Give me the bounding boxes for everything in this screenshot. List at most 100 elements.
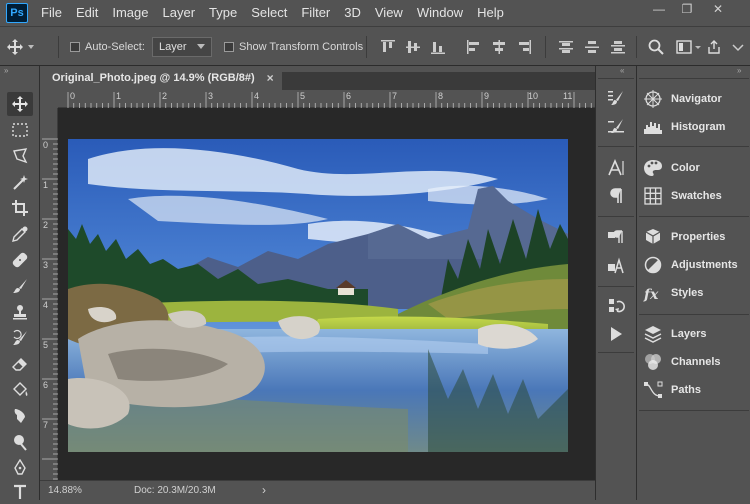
menu-window[interactable]: Window (410, 0, 470, 26)
svg-text:fx: fx (643, 287, 659, 303)
bandage-icon (12, 252, 28, 268)
menu-help[interactable]: Help (470, 0, 511, 26)
panel-tab-styles[interactable]: fx Styles (643, 280, 703, 306)
collapse-dock-icon[interactable]: « (620, 66, 624, 75)
brush-tool[interactable] (7, 274, 33, 298)
align-horizontal-center-icon[interactable] (491, 39, 507, 55)
menu-view[interactable]: View (368, 0, 410, 26)
ruler-label: 1 (116, 91, 122, 101)
menu-layer[interactable]: Layer (156, 0, 203, 26)
auto-select-value: Layer (159, 41, 187, 53)
eraser-tool[interactable] (7, 352, 33, 376)
ruler-origin[interactable] (40, 90, 58, 108)
pen-icon (14, 459, 26, 475)
panel-label: Paths (671, 384, 701, 396)
eraser-icon (12, 358, 27, 371)
healing-brush-tool[interactable] (7, 248, 33, 272)
actions-play-icon[interactable] (604, 322, 628, 346)
panel-label: Adjustments (671, 259, 738, 271)
share-icon[interactable] (706, 39, 722, 55)
paint-bucket-tool[interactable] (7, 378, 33, 402)
move-tool[interactable] (7, 92, 33, 116)
close-window-button[interactable]: ✕ (703, 0, 733, 18)
menu-image[interactable]: Image (105, 0, 155, 26)
expand-dock-icon[interactable]: » (737, 66, 741, 75)
menu-select[interactable]: Select (244, 0, 294, 26)
smudge-tool[interactable] (7, 404, 33, 428)
stamp-icon (13, 305, 27, 320)
menu-edit[interactable]: Edit (69, 0, 105, 26)
history-icon[interactable] (604, 294, 628, 318)
vertical-ruler[interactable]: 0 1 2 3 4 5 6 7 (40, 108, 58, 480)
character-icon[interactable] (604, 156, 628, 180)
panel-tab-navigator[interactable]: Navigator (643, 86, 722, 112)
auto-select-dropdown[interactable]: Layer (152, 37, 212, 57)
align-right-icon[interactable] (516, 39, 532, 55)
chevron-down-icon[interactable] (730, 39, 746, 55)
panel-label: Color (671, 162, 700, 174)
tool-preset-picker[interactable] (6, 27, 36, 67)
panel-tab-layers[interactable]: Layers (643, 321, 706, 347)
menu-file[interactable]: File (34, 0, 69, 26)
lasso-tool[interactable] (7, 144, 33, 168)
paragraph-icon[interactable] (604, 184, 628, 208)
ruler-label: 2 (162, 91, 168, 101)
panel-label: Channels (671, 356, 721, 368)
marquee-tool[interactable] (7, 118, 33, 142)
menu-filter[interactable]: Filter (294, 0, 337, 26)
align-top-icon[interactable] (380, 39, 396, 55)
ruler-label: 0 (70, 91, 76, 101)
landscape-photo (68, 139, 568, 452)
zoom-level[interactable]: 14.88% (48, 485, 82, 496)
align-bottom-icon[interactable] (430, 39, 446, 55)
type-tool[interactable] (7, 480, 33, 504)
panel-tab-color[interactable]: Color (643, 155, 700, 181)
brush-settings-icon[interactable] (604, 86, 628, 110)
align-vertical-center-icon[interactable] (405, 39, 421, 55)
close-tab-button[interactable]: × (267, 71, 274, 85)
ruler-label: 2 (43, 220, 49, 230)
panel-collapse-icon[interactable]: » (4, 66, 34, 76)
restore-button[interactable]: ❐ (672, 0, 702, 18)
menu-3d[interactable]: 3D (337, 0, 368, 26)
show-transform-checkbox[interactable]: Show Transform Controls (224, 27, 363, 67)
clone-stamp-tool[interactable] (7, 300, 33, 324)
crop-tool[interactable] (7, 196, 33, 220)
separator (58, 36, 59, 58)
pen-tool[interactable] (7, 456, 33, 480)
panel-tab-swatches[interactable]: Swatches (643, 183, 722, 209)
paragraph-styles-icon[interactable] (604, 226, 628, 250)
character-styles-icon[interactable] (604, 254, 628, 278)
status-menu-arrow[interactable]: › (262, 483, 266, 497)
magic-wand-tool[interactable] (7, 170, 33, 194)
properties-icon (645, 229, 661, 244)
panel-tab-histogram[interactable]: Histogram (643, 114, 725, 140)
document-tab[interactable]: Original_Photo.jpeg @ 14.9% (RGB/8#) × (40, 66, 282, 90)
auto-select-checkbox[interactable]: Auto-Select: (70, 27, 145, 67)
menu-type[interactable]: Type (202, 0, 244, 26)
horizontal-ruler[interactable]: 0 1 2 3 4 5 6 7 8 9 10 11 (58, 90, 595, 108)
checkbox-box[interactable] (70, 42, 80, 52)
search-icon[interactable] (648, 39, 664, 55)
chevron-down-icon (196, 44, 205, 49)
ruler-label: 1 (43, 180, 49, 190)
distribute-top-icon[interactable] (558, 39, 574, 55)
document-tab-bar: Original_Photo.jpeg @ 14.9% (RGB/8#) × (40, 66, 595, 90)
minimize-button[interactable]: — (644, 0, 674, 18)
panel-label: Histogram (671, 121, 726, 133)
dodge-tool[interactable] (7, 430, 33, 454)
workspace-switcher-icon[interactable] (676, 39, 702, 55)
canvas-image[interactable] (68, 139, 568, 452)
panel-tab-paths[interactable]: Paths (643, 377, 701, 403)
distribute-bottom-icon[interactable] (610, 39, 626, 55)
checkbox-box[interactable] (224, 42, 234, 52)
align-left-icon[interactable] (466, 39, 482, 55)
panel-tab-adjustments[interactable]: Adjustments (643, 252, 738, 278)
history-brush-tool[interactable] (7, 326, 33, 350)
panel-tab-channels[interactable]: Channels (643, 349, 721, 375)
history-brush-icon (13, 329, 27, 345)
distribute-center-icon[interactable] (584, 39, 600, 55)
eyedropper-tool[interactable] (7, 222, 33, 246)
panel-tab-properties[interactable]: Properties (643, 224, 725, 250)
brush-presets-icon[interactable] (604, 114, 628, 138)
